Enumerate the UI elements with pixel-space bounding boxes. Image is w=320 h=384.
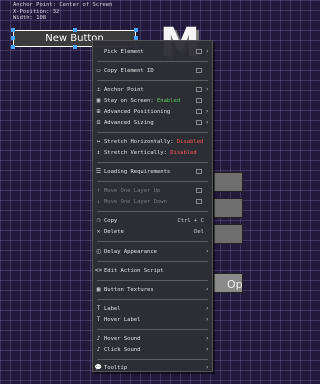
positioning-icon: ⊞ <box>96 108 101 115</box>
resize-handle[interactable] <box>134 28 138 32</box>
copy-element-id-item[interactable]: ▭ Copy Element ID <box>93 65 212 76</box>
chevron-right-icon: › <box>205 335 209 342</box>
chevron-right-icon: › <box>205 108 209 115</box>
menu-separator <box>97 299 208 300</box>
click-sound-item[interactable]: ♪ Click Sound › <box>93 344 212 355</box>
delete-icon: ✕ <box>96 228 101 235</box>
move-layer-up-item[interactable]: ↑ Move One Layer Up <box>93 185 212 196</box>
resize-handle[interactable] <box>11 28 15 32</box>
chevron-right-icon: › <box>205 305 209 312</box>
stretch-vertically-value: Disabled <box>170 149 197 156</box>
element-context-menu: Pick Element › ▭ Copy Element ID ⚓ Ancho… <box>92 40 213 372</box>
chevron-right-icon: › <box>205 316 209 323</box>
keybind-icon <box>196 169 202 174</box>
chevron-right-icon: › <box>205 346 209 353</box>
keybind-icon <box>196 120 202 125</box>
text-icon: T <box>96 305 101 312</box>
label-item[interactable]: T Label › <box>93 303 212 314</box>
chevron-right-icon: › <box>205 248 209 255</box>
sound-icon: ♪ <box>96 335 101 342</box>
script-icon: <> <box>94 267 103 274</box>
chevron-right-icon: › <box>205 364 209 371</box>
resize-handle[interactable] <box>73 45 77 49</box>
chevron-right-icon: › <box>205 119 209 126</box>
menu-separator <box>97 261 208 262</box>
delay-icon: ◫ <box>96 248 101 255</box>
move-layer-down-item[interactable]: ↓ Move One Layer Down <box>93 196 212 207</box>
delete-shortcut: Del <box>194 228 204 235</box>
anchor-point-info: Anchor Point: Center of Screen <box>13 2 113 8</box>
text-icon: T <box>96 316 101 323</box>
keybind-icon <box>196 188 202 193</box>
stretch-horizontally-value: Disabled <box>176 138 204 145</box>
keybind-icon <box>196 199 202 204</box>
background-button <box>213 172 243 192</box>
stretch-horizontally-item[interactable]: ↔ Stretch Horizontally: Disabled <box>93 136 212 147</box>
anchor-point-item[interactable]: ⚓ Anchor Point › <box>93 84 212 95</box>
stay-on-screen-value: Enabled <box>156 97 181 104</box>
hover-sound-item[interactable]: ♪ Hover Sound › <box>93 333 212 344</box>
hover-label-item[interactable]: T Hover Label › <box>93 314 212 325</box>
copy-id-icon: ▭ <box>96 67 101 74</box>
menu-separator <box>97 132 208 133</box>
anchor-icon: ⚓ <box>96 86 101 93</box>
sound-icon: ♪ <box>96 346 101 353</box>
menu-separator <box>97 162 208 163</box>
background-button <box>213 198 243 218</box>
advanced-positioning-item[interactable]: ⊞ Advanced Positioning › <box>93 106 212 117</box>
loading-requirements-item[interactable]: ☰ Loading Requirements <box>93 166 212 177</box>
menu-separator <box>97 359 208 360</box>
chevron-right-icon: › <box>205 286 209 293</box>
edit-action-script-item[interactable]: <> Edit Action Script <box>93 265 212 276</box>
arrow-down-icon: ↓ <box>96 198 101 205</box>
chevron-right-icon: › <box>205 86 209 93</box>
texture-icon: ▦ <box>96 286 101 293</box>
resize-handle[interactable] <box>11 36 15 40</box>
keybind-icon <box>196 68 202 73</box>
copy-item[interactable]: ❐ Copy Ctrl + C <box>93 215 212 226</box>
menu-separator <box>97 241 208 242</box>
element-info-overlay: Anchor Point: Center of Screen X-Positio… <box>13 2 112 22</box>
arrow-up-icon: ↑ <box>96 187 101 194</box>
stretch-vertically-item[interactable]: ↕ Stretch Vertically: Disabled <box>93 147 212 158</box>
resize-handle[interactable] <box>11 45 15 49</box>
button-textures-item[interactable]: ▦ Button Textures › <box>93 284 212 295</box>
stretch-horizontal-icon: ↔ <box>96 138 101 145</box>
screen-icon: ▣ <box>96 97 101 104</box>
menu-separator <box>97 61 208 62</box>
chevron-right-icon: › <box>205 48 209 55</box>
pick-element-item[interactable]: Pick Element › <box>93 46 212 57</box>
width-info: Width: 108 <box>13 15 47 21</box>
copy-icon: ❐ <box>96 217 101 224</box>
delete-item[interactable]: ✕ Delete Del <box>93 226 212 237</box>
keybind-icon <box>196 98 202 103</box>
resize-handle[interactable] <box>73 28 77 32</box>
menu-separator <box>97 211 208 212</box>
menu-separator <box>97 181 208 182</box>
keybind-icon <box>196 87 202 92</box>
menu-separator <box>97 329 208 330</box>
menu-separator <box>97 280 208 281</box>
advanced-sizing-item[interactable]: ⊡ Advanced Sizing › <box>93 117 212 128</box>
requirements-icon: ☰ <box>95 168 102 175</box>
delay-appearance-item[interactable]: ◫ Delay Appearance › <box>93 246 212 257</box>
keybind-icon <box>196 49 202 54</box>
sizing-icon: ⊡ <box>96 119 101 126</box>
stretch-vertical-icon: ↕ <box>96 149 101 156</box>
tooltip-icon: 💬 <box>94 364 103 371</box>
background-button-label: Op <box>227 278 243 291</box>
background-button <box>213 224 243 244</box>
copy-shortcut: Ctrl + C <box>177 217 205 224</box>
keybind-icon <box>196 109 202 114</box>
tooltip-item[interactable]: 💬 Tooltip › <box>93 362 212 373</box>
stay-on-screen-item[interactable]: ▣ Stay on Screen: Enabled <box>93 95 212 106</box>
menu-separator <box>97 80 208 81</box>
